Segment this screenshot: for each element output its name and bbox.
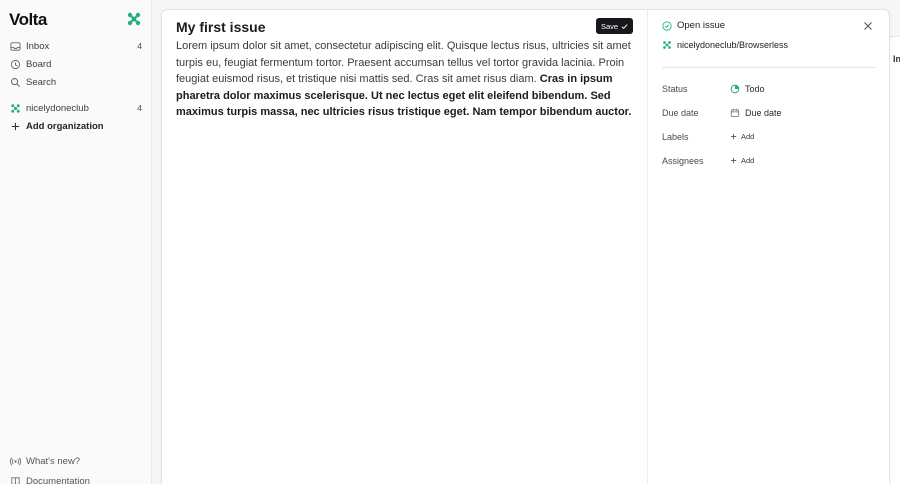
search-icon xyxy=(11,77,20,87)
issue-state-label: Open issue xyxy=(677,20,726,31)
board-column-header: In xyxy=(893,54,900,64)
due-date-value: Due date xyxy=(745,108,782,118)
add-organization-button[interactable]: Add organization xyxy=(10,118,142,134)
add-label-text: Add xyxy=(741,132,755,141)
add-organization-label: Add organization xyxy=(26,120,104,132)
sidebar-item-organization[interactable]: nicelydoneclub 4 xyxy=(10,100,142,116)
labels-label: Labels xyxy=(662,132,689,142)
calendar-icon xyxy=(730,108,740,117)
whats-new-link[interactable]: What's new? xyxy=(10,456,80,467)
todo-status-icon xyxy=(730,84,740,94)
status-value: Todo xyxy=(745,84,765,94)
org-count-badge: 4 xyxy=(137,103,142,113)
documentation-label: Documentation xyxy=(26,476,90,484)
whats-new-label: What's new? xyxy=(26,456,81,467)
broadcast-icon xyxy=(10,457,21,466)
repository-link[interactable]: nicelydoneclub/Browserless xyxy=(662,40,788,50)
due-date-label: Due date xyxy=(662,108,699,118)
plus-icon xyxy=(11,122,20,130)
add-label-button[interactable]: Add xyxy=(730,132,754,141)
board-icon xyxy=(10,59,21,69)
sidebar-item-label: nicelydoneclub xyxy=(26,102,89,114)
sidebar-item-inbox[interactable]: Inbox 4 xyxy=(10,38,142,54)
book-icon xyxy=(11,477,20,484)
plus-icon xyxy=(730,157,737,164)
plus-icon xyxy=(730,133,737,140)
issue-modal: My first issue Save Lorem ipsum dolor si… xyxy=(161,9,890,484)
assignees-label: Assignees xyxy=(662,156,704,166)
open-issue-icon xyxy=(662,20,672,31)
save-button-label: Save xyxy=(600,21,619,31)
issue-editor-pane: My first issue Save Lorem ipsum dolor si… xyxy=(162,10,648,484)
repository-name: nicelydoneclub/Browserless xyxy=(677,40,789,50)
close-icon[interactable] xyxy=(863,21,873,31)
sidebar-item-label: Board xyxy=(26,58,52,70)
issue-details-pane: Open issue nicelydoneclub/Browserless St… xyxy=(648,10,891,484)
sidebar: Volta Inbox 4 Board Search nicelydoneclu… xyxy=(0,0,152,484)
documentation-link[interactable]: Documentation xyxy=(10,476,90,484)
due-date-picker[interactable]: Due date xyxy=(730,108,782,118)
status-label: Status xyxy=(662,84,688,94)
issue-state[interactable]: Open issue xyxy=(662,20,725,31)
add-assignee-button[interactable]: Add xyxy=(730,156,754,165)
status-dropdown[interactable]: Todo xyxy=(730,84,765,94)
save-button[interactable]: Save xyxy=(596,18,633,34)
app-logo[interactable]: Volta xyxy=(9,10,47,30)
sidebar-item-board[interactable]: Board xyxy=(10,56,142,72)
issue-description[interactable]: Lorem ipsum dolor sit amet, consectetur … xyxy=(176,38,636,121)
issue-title[interactable]: My first issue xyxy=(176,19,265,35)
inbox-icon xyxy=(10,41,21,51)
sidebar-item-search[interactable]: Search xyxy=(10,74,142,90)
board-background xyxy=(890,36,900,484)
sidebar-item-label: Inbox xyxy=(26,40,50,52)
divider xyxy=(662,67,876,68)
org-icon xyxy=(11,103,20,113)
org-icon xyxy=(663,41,671,49)
add-assignee-text: Add xyxy=(741,156,755,165)
workspace-logo-icon[interactable] xyxy=(126,11,142,27)
sidebar-item-label: Search xyxy=(26,76,57,88)
check-icon xyxy=(621,23,628,29)
inbox-count-badge: 4 xyxy=(137,41,142,51)
